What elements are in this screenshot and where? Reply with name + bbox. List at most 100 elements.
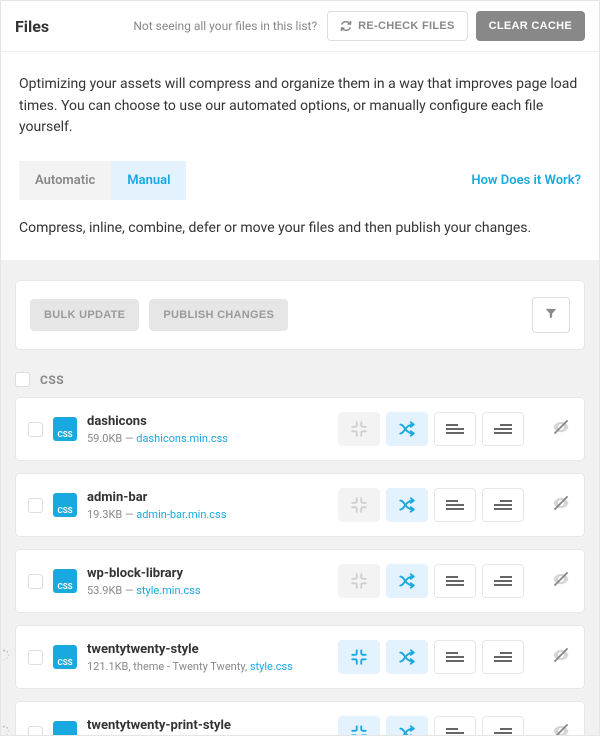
file-meta: 59.0KB — dashicons.min.css [87, 432, 330, 445]
eye-off-icon [552, 494, 570, 516]
files-panel: BULK UPDATE PUBLISH CHANGES CSS CSS dash… [1, 260, 599, 736]
eye-off-icon [552, 418, 570, 440]
how-does-it-work-link[interactable]: How Does it Work? [471, 173, 581, 188]
header-hint: Not seeing all your files in this list? [133, 19, 317, 33]
row-checkbox[interactable] [28, 650, 43, 665]
compress-option[interactable] [338, 640, 380, 674]
file-type-badge: CSS [53, 417, 77, 441]
compress-icon [350, 496, 368, 514]
file-name: wp-block-library [87, 566, 330, 581]
file-meta: 19.3KB — admin-bar.min.css [87, 508, 330, 521]
eye-off-icon [552, 646, 570, 668]
row-checkbox[interactable] [28, 498, 43, 513]
group-header: CSS [1, 372, 599, 397]
position-header-option[interactable] [434, 488, 476, 522]
clear-cache-label: CLEAR CACHE [489, 20, 572, 32]
row-checkbox[interactable] [28, 574, 43, 589]
combine-icon [398, 420, 416, 438]
file-type-badge: CSS [53, 721, 77, 736]
bars-icon [446, 498, 464, 512]
file-link[interactable]: style.css [250, 660, 293, 673]
combine-option[interactable] [386, 564, 428, 598]
file-row: CSS twentytwenty-print-style 2.6KB, them… [15, 701, 585, 736]
loading-spinner-icon [0, 649, 10, 665]
file-link[interactable]: admin-bar.min.css [136, 508, 226, 521]
group-label: CSS [40, 373, 64, 387]
position-footer-option[interactable] [482, 640, 524, 674]
combine-option[interactable] [386, 488, 428, 522]
loading-spinner-icon [0, 725, 10, 736]
combine-option[interactable] [386, 640, 428, 674]
intro-text: Optimizing your assets will compress and… [1, 52, 599, 139]
eye-off-icon [552, 570, 570, 592]
row-options [338, 564, 524, 598]
compress-icon [350, 420, 368, 438]
actions-bar: BULK UPDATE PUBLISH CHANGES [15, 280, 585, 350]
bars-right-icon [494, 726, 512, 736]
row-checkbox[interactable] [28, 726, 43, 736]
bars-right-icon [494, 650, 512, 664]
position-footer-option[interactable] [482, 488, 524, 522]
position-footer-option[interactable] [482, 564, 524, 598]
position-header-option[interactable] [434, 564, 476, 598]
position-footer-option[interactable] [482, 412, 524, 446]
position-header-option[interactable] [434, 412, 476, 446]
combine-option[interactable] [386, 412, 428, 446]
row-checkbox[interactable] [28, 422, 43, 437]
visibility-toggle[interactable] [550, 646, 572, 668]
visibility-toggle[interactable] [550, 494, 572, 516]
compress-option[interactable] [338, 564, 380, 598]
refresh-icon [340, 20, 352, 32]
compress-icon [350, 572, 368, 590]
compress-option[interactable] [338, 412, 380, 446]
combine-icon [398, 496, 416, 514]
compress-option[interactable] [338, 488, 380, 522]
file-link[interactable]: dashicons.min.css [136, 432, 228, 445]
manual-intro: Compress, inline, combine, defer or move… [1, 200, 599, 260]
file-meta: 121.1KB, theme - Twenty Twenty, style.cs… [87, 660, 330, 673]
visibility-toggle[interactable] [550, 570, 572, 592]
tab-automatic[interactable]: Automatic [19, 161, 111, 200]
row-options [338, 716, 524, 736]
file-type-badge: CSS [53, 569, 77, 593]
publish-changes-button[interactable]: PUBLISH CHANGES [149, 299, 288, 331]
recheck-label: RE-CHECK FILES [358, 20, 454, 32]
bulk-update-button[interactable]: BULK UPDATE [30, 299, 139, 331]
recheck-files-button[interactable]: RE-CHECK FILES [327, 11, 467, 41]
filter-icon [544, 306, 558, 324]
file-name: dashicons [87, 414, 330, 429]
file-link[interactable]: style.min.css [136, 584, 200, 597]
position-header-option[interactable] [434, 716, 476, 736]
page-title: Files [15, 17, 49, 36]
file-row: CSS dashicons 59.0KB — dashicons.min.css [15, 397, 585, 461]
header: Files Not seeing all your files in this … [1, 1, 599, 52]
eye-off-icon [552, 722, 570, 736]
visibility-toggle[interactable] [550, 418, 572, 440]
compress-icon [350, 648, 368, 666]
clear-cache-button[interactable]: CLEAR CACHE [476, 11, 585, 41]
file-type-badge: CSS [53, 493, 77, 517]
position-header-option[interactable] [434, 640, 476, 674]
mode-tabs: Automatic Manual [19, 161, 186, 200]
combine-option[interactable] [386, 716, 428, 736]
file-name: twentytwenty-print-style [87, 718, 330, 733]
row-options [338, 640, 524, 674]
combine-icon [398, 648, 416, 666]
filter-button[interactable] [532, 297, 570, 333]
position-footer-option[interactable] [482, 716, 524, 736]
file-row: CSS wp-block-library 53.9KB — style.min.… [15, 549, 585, 613]
file-row: CSS twentytwenty-style 121.1KB, theme - … [15, 625, 585, 689]
bars-right-icon [494, 422, 512, 436]
bars-right-icon [494, 498, 512, 512]
select-all-checkbox[interactable] [15, 372, 30, 387]
visibility-toggle[interactable] [550, 722, 572, 736]
row-options [338, 412, 524, 446]
combine-icon [398, 724, 416, 736]
tab-manual[interactable]: Manual [111, 161, 186, 200]
file-type-badge: CSS [53, 645, 77, 669]
compress-icon [350, 724, 368, 736]
file-row: CSS admin-bar 19.3KB — admin-bar.min.css [15, 473, 585, 537]
file-name: twentytwenty-style [87, 642, 330, 657]
file-name: admin-bar [87, 490, 330, 505]
compress-option[interactable] [338, 716, 380, 736]
